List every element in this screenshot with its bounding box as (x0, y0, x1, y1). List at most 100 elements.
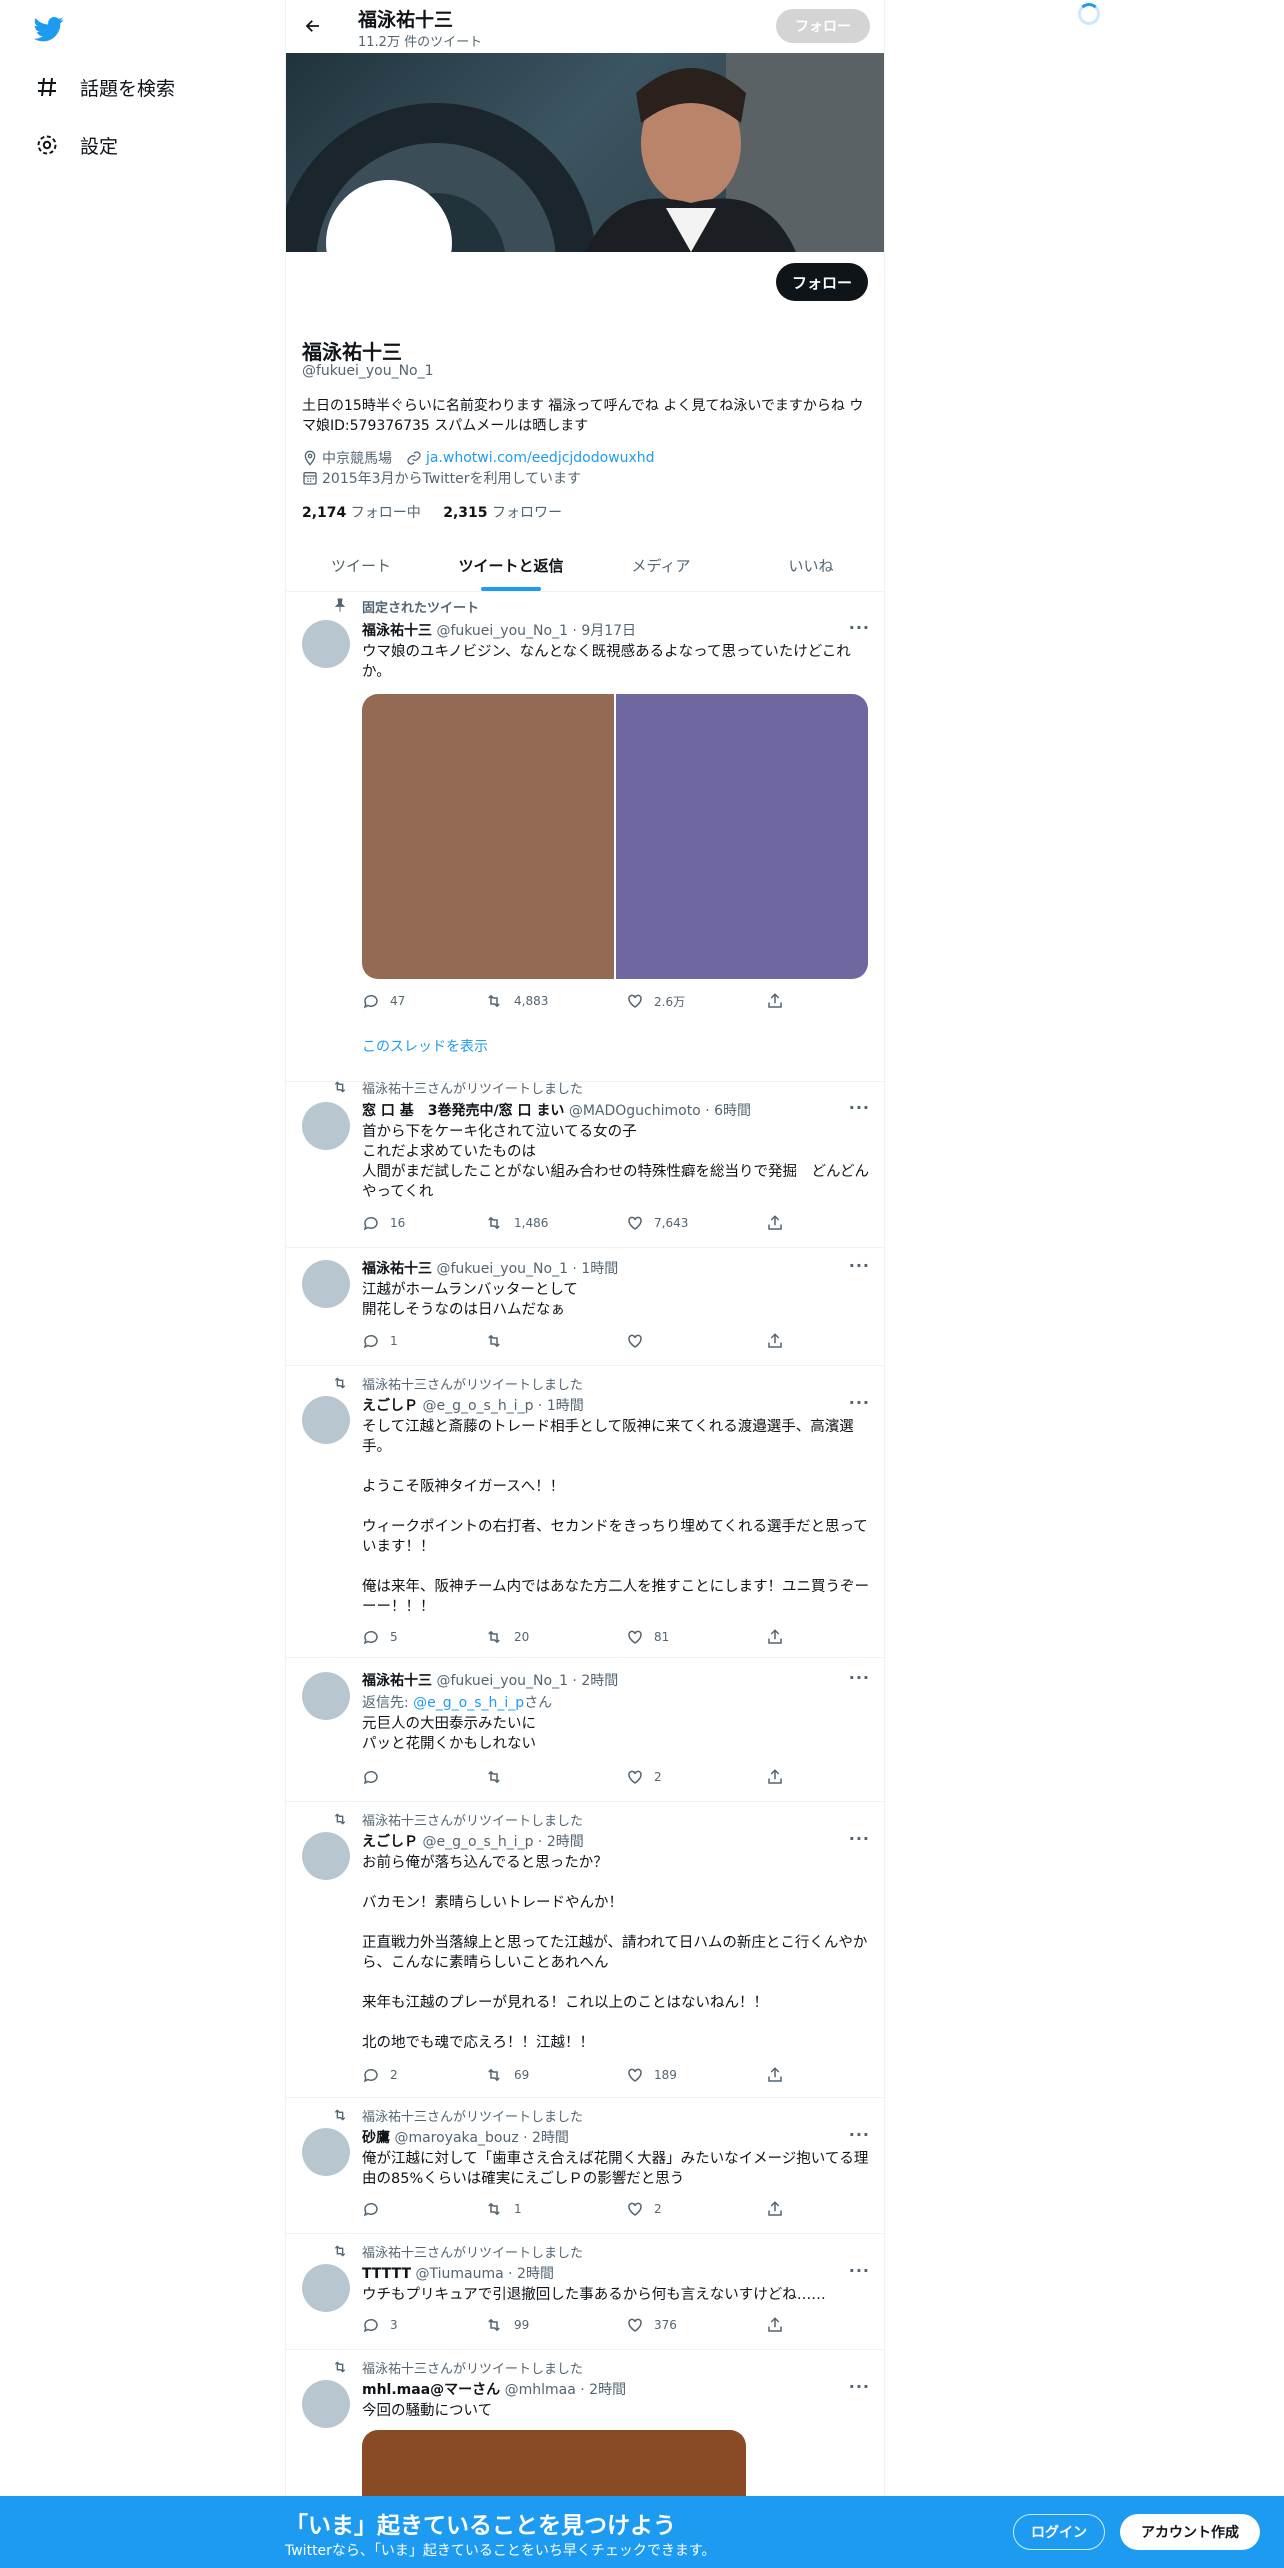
retweet-button[interactable]: 1 (484, 2200, 522, 2218)
tweet-header: mhl.maa@マーさん @mhlmaa · 2時間 (362, 2379, 626, 2399)
more-icon[interactable]: ··· (849, 1098, 870, 1117)
avatar[interactable] (302, 1672, 350, 1720)
more-icon[interactable]: ··· (849, 2377, 870, 2396)
like-button[interactable]: 2 (626, 1768, 662, 1786)
share-button[interactable] (766, 1214, 794, 1232)
tweet-author[interactable]: 福泳祐十三 (362, 1673, 432, 1689)
tweet-author[interactable]: 福泳祐十三 (362, 623, 432, 639)
following-link[interactable]: 2,174 フォロー中 (302, 505, 421, 521)
reply-button[interactable]: 16 (362, 1214, 405, 1232)
followers-link[interactable]: 2,315 フォロワー (443, 505, 562, 521)
avatar[interactable] (302, 2264, 350, 2312)
tweet-text: 江越がホームランバッターとして 開花しそうなのは日ハムだなぁ (362, 1282, 578, 1318)
like-button[interactable] (626, 1332, 654, 1350)
like-button[interactable]: 2.6万 (626, 992, 685, 1010)
tweet-retweet[interactable]: 福泳祐十三さんがリツイートしました TTTTT @Tiumauma · 2時間 … (286, 2234, 884, 2350)
more-icon[interactable]: ··· (849, 1829, 870, 1848)
follow-button[interactable]: フォロー (776, 263, 868, 301)
retweet-button[interactable]: 4,883 (484, 992, 548, 1010)
reply-button[interactable]: 3 (362, 2316, 398, 2334)
share-button[interactable] (766, 1332, 794, 1350)
tweet-own[interactable]: 福泳祐十三 @fukuei_you_No_1 · 1時間 ··· 江越がホームラ… (286, 1248, 884, 1366)
like-button[interactable]: 2 (626, 2200, 662, 2218)
tweet-media[interactable] (362, 694, 868, 979)
more-icon[interactable]: ··· (849, 2125, 870, 2144)
back-arrow-icon[interactable] (300, 13, 326, 39)
reply-button[interactable] (362, 2200, 390, 2218)
avatar[interactable] (302, 1396, 350, 1444)
tweet-meta: @fukuei_you_No_1 · 2時間 (436, 1673, 619, 1689)
share-button[interactable] (766, 992, 794, 1010)
reply-to-handle[interactable]: @e_g_o_s_h_i_p (413, 1695, 524, 1711)
retweet-button[interactable]: 20 (484, 1628, 529, 1646)
profile-avatar[interactable] (326, 180, 452, 306)
more-icon[interactable]: ··· (849, 618, 870, 637)
retweet-button[interactable]: 69 (484, 2066, 529, 2084)
more-icon[interactable]: ··· (849, 2261, 870, 2280)
tweet-retweet[interactable]: 福泳祐十三さんがリツイートしました えごしＰ @e_g_o_s_h_i_p · … (286, 1802, 884, 2098)
profile-url-link[interactable]: ja.whotwi.com/eedjcjdodowuxhd (426, 450, 655, 466)
show-thread-link[interactable]: このスレッドを表示 (362, 1036, 488, 1056)
share-button[interactable] (766, 2066, 794, 2084)
header-follow-button[interactable]: フォロー (776, 9, 870, 43)
login-button[interactable]: ログイン (1013, 2514, 1105, 2550)
tweet-retweet[interactable]: 福泳祐十三さんがリツイートしました 窓 口 基 3巻発売中/窓 口 まい @MA… (286, 1070, 884, 1248)
tweet-author[interactable]: えごしＰ (362, 1398, 418, 1414)
nav-explore[interactable]: 話題を検索 (34, 67, 175, 107)
share-button[interactable] (766, 1768, 794, 1786)
tab-likes[interactable]: いいね (736, 540, 884, 591)
tweet-actions: 3 99 376 (362, 2316, 782, 2336)
more-icon[interactable]: ··· (849, 1668, 870, 1687)
media-image-2[interactable] (616, 694, 868, 979)
share-button[interactable] (766, 1628, 794, 1646)
nav-settings[interactable]: 設定 (34, 125, 118, 165)
tweet-author[interactable]: 窓 口 基 3巻発売中/窓 口 まい (362, 1103, 564, 1119)
share-button[interactable] (766, 2316, 794, 2334)
tweet-reply[interactable]: 福泳祐十三 @fukuei_you_No_1 · 2時間 ··· 返信先: @e… (286, 1658, 884, 1802)
avatar[interactable] (302, 2128, 350, 2176)
more-icon[interactable]: ··· (849, 1256, 870, 1275)
tweet-author[interactable]: 福泳祐十三 (362, 1261, 432, 1277)
tab-media[interactable]: メディア (586, 540, 736, 591)
tweet-retweet[interactable]: 福泳祐十三さんがリツイートしました えごしＰ @e_g_o_s_h_i_p · … (286, 1366, 884, 1658)
reply-icon (363, 1216, 378, 1231)
tweet-meta: @mhlmaa · 2時間 (504, 2382, 627, 2398)
like-button[interactable]: 7,643 (626, 1214, 688, 1232)
avatar[interactable] (302, 1102, 350, 1150)
tweet-pinned[interactable]: 固定されたツイート 福泳祐十三 @fukuei_you_No_1 · 9月17日… (286, 592, 884, 1082)
avatar[interactable] (302, 2380, 350, 2428)
tweet-author[interactable]: TTTTT (362, 2266, 411, 2282)
tweet-author[interactable]: 砂鷹 (362, 2130, 390, 2146)
retweet-button[interactable]: 1,486 (484, 1214, 548, 1232)
tab-tweets-and-replies[interactable]: ツイートと返信 (436, 540, 586, 591)
retweet-icon (334, 1081, 346, 1093)
profile-location: 中京競馬場 (322, 451, 392, 467)
pin-icon (334, 598, 346, 612)
retweet-button[interactable] (484, 1768, 514, 1786)
avatar[interactable] (302, 1832, 350, 1880)
reply-button[interactable] (362, 1768, 390, 1786)
like-button[interactable]: 376 (626, 2316, 677, 2334)
reply-button[interactable]: 47 (362, 992, 405, 1010)
more-icon[interactable]: ··· (849, 1393, 870, 1412)
tweet-retweet[interactable]: 福泳祐十三さんがリツイートしました 砂鷹 @maroyaka_bouz · 2時… (286, 2098, 884, 2234)
tweet-author[interactable]: えごしＰ (362, 1834, 418, 1850)
reply-button[interactable]: 1 (362, 1332, 398, 1350)
media-image-1[interactable] (362, 694, 614, 979)
share-icon (768, 2317, 782, 2332)
like-button[interactable]: 189 (626, 2066, 677, 2084)
tab-tweets[interactable]: ツイート (286, 540, 436, 591)
retweet-button[interactable]: 99 (484, 2316, 529, 2334)
avatar[interactable] (302, 1260, 350, 1308)
reply-button[interactable]: 5 (362, 1628, 398, 1646)
twitter-logo-icon[interactable] (33, 14, 64, 44)
reply-button[interactable]: 2 (362, 2066, 398, 2084)
signup-button[interactable]: アカウント作成 (1120, 2514, 1260, 2550)
retweet-button[interactable] (484, 1332, 514, 1350)
share-button[interactable] (766, 2200, 794, 2218)
avatar[interactable] (302, 620, 350, 668)
share-icon (768, 2067, 782, 2082)
like-button[interactable]: 81 (626, 1628, 669, 1646)
tweet-author[interactable]: mhl.maa@マーさん (362, 2382, 500, 2398)
following-count: 2,174 (302, 505, 347, 521)
